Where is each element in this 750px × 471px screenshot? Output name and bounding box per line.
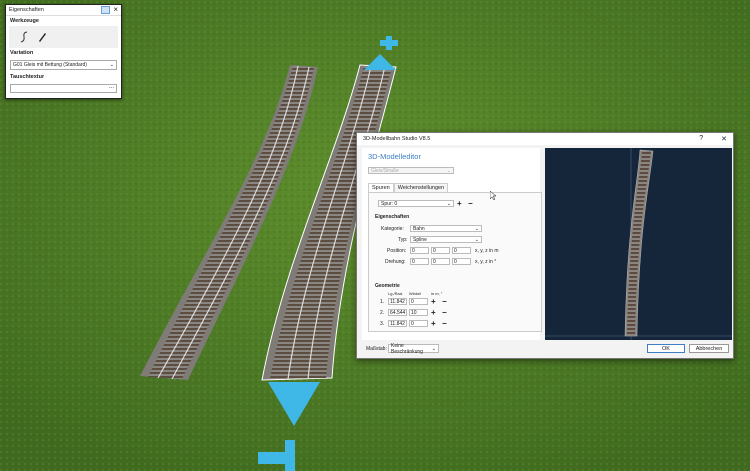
category-value: Bahn [413, 225, 425, 232]
texture-browse-button[interactable]: ... [109, 84, 114, 90]
undock-icon[interactable] [101, 6, 111, 14]
rotation-x-input[interactable]: 0 [410, 258, 429, 265]
texture-heading: Tauschtextur [10, 74, 45, 80]
column-length-header: Lg./Rad. [388, 291, 404, 296]
help-button[interactable]: ? [699, 135, 703, 143]
properties-panel: Eigenschaften × Werkzeuge Variation G01 … [5, 4, 122, 99]
variation-heading: Variation [10, 50, 34, 56]
tab-content: Spur: 0 ⌄ + − Eigenschaften Kategorie: B… [368, 192, 542, 332]
category-select[interactable]: Bahn ⌄ [410, 225, 482, 232]
chevron-down-icon: ⌄ [109, 62, 114, 68]
model-type-select: Gleis/Straße ⌄ [368, 167, 454, 174]
column-unit-header: in m, ° [431, 291, 443, 296]
dialog-close-button[interactable]: ✕ [721, 135, 727, 143]
variation-select[interactable]: G01 Gleis mit Bettung (Standard) ⌄ [10, 60, 117, 70]
tab-weichenstellungen[interactable]: Weichenstellungen [393, 183, 449, 192]
geometry-angle-input[interactable]: 10 [409, 309, 428, 316]
position-z-input[interactable]: 0 [452, 247, 471, 254]
ok-button[interactable]: OK [647, 344, 685, 353]
chevron-down-icon: ⌄ [446, 200, 451, 207]
track-select-value: Spur: 0 [381, 200, 398, 207]
rotation-unit: x, y, z in ° [475, 259, 497, 265]
position-y-input[interactable]: 0 [431, 247, 450, 254]
position-x-input[interactable]: 0 [410, 247, 429, 254]
chevron-down-icon: ⌄ [474, 236, 479, 243]
variation-value: G01 Gleis mit Bettung (Standard) [13, 62, 87, 68]
type-label: Typ: [398, 237, 408, 243]
add-segment-button[interactable]: + [431, 298, 436, 306]
tools-heading: Werkzeuge [10, 18, 39, 24]
add-segment-button[interactable]: + [431, 309, 436, 317]
scale-value: Keine Beschränkung [391, 342, 423, 355]
chevron-down-icon: ⌄ [431, 345, 436, 352]
geometry-row-index: 2. [380, 310, 385, 316]
properties-titlebar: Eigenschaften × [6, 5, 121, 16]
position-label: Position: [387, 248, 407, 254]
add-track-button[interactable]: + [457, 200, 462, 208]
model-preview[interactable] [545, 148, 732, 340]
dialog-title: 3D-Modellbahn Studio V8.5 [363, 136, 431, 142]
chevron-down-icon: ⌄ [446, 167, 451, 174]
remove-track-button[interactable]: − [468, 200, 473, 208]
scale-select[interactable]: Keine Beschränkung ⌄ [388, 342, 439, 355]
geometry-row-index: 1. [380, 299, 385, 305]
cancel-button[interactable]: Abbrechen [689, 344, 729, 353]
add-segment-button[interactable]: + [431, 320, 436, 328]
properties-title: Eigenschaften [9, 7, 44, 13]
geometry-length-input[interactable]: 11.842 [388, 298, 407, 305]
model-editor-dialog: 3D-Modellbahn Studio V8.5 ? ✕ 3D-Modelle… [356, 132, 734, 359]
track-select[interactable]: Spur: 0 ⌄ [378, 200, 454, 207]
type-select[interactable]: Spline ⌄ [410, 236, 482, 243]
close-icon[interactable]: × [113, 6, 118, 14]
remove-segment-button[interactable]: − [442, 320, 447, 328]
editor-tabs: Spuren Weichenstellungen [368, 183, 449, 192]
tools-bar [9, 26, 118, 48]
geometry-angle-input[interactable]: 0 [409, 298, 428, 305]
editor-heading: 3D-Modelleditor [368, 152, 421, 161]
chevron-down-icon: ⌄ [474, 225, 479, 232]
type-select-value: Spline [413, 236, 427, 243]
geometry-length-input[interactable]: 11.842 [388, 320, 407, 327]
rotation-label: Drehung: [385, 259, 406, 265]
dialog-footer: Maßstab: Keine Beschränkung ⌄ OK Abbrech… [357, 342, 733, 358]
remove-segment-button[interactable]: − [442, 298, 447, 306]
geometry-heading: Geometrie [375, 283, 400, 289]
column-angle-header: Winkel [409, 291, 422, 296]
spline-tool-icon[interactable] [19, 31, 29, 43]
position-unit: x, y, z in m [475, 248, 499, 254]
geometry-length-input[interactable]: 64.544 [388, 309, 407, 316]
rotation-y-input[interactable]: 0 [431, 258, 450, 265]
pencil-tool-icon[interactable] [37, 31, 47, 43]
dialog-titlebar: 3D-Modellbahn Studio V8.5 ? ✕ [357, 133, 733, 145]
category-label: Kategorie: [381, 226, 404, 232]
tab-spuren[interactable]: Spuren [368, 183, 394, 192]
scale-label: Maßstab: [366, 346, 387, 352]
mouse-cursor-icon [490, 191, 496, 200]
rotation-z-input[interactable]: 0 [452, 258, 471, 265]
remove-segment-button[interactable]: − [442, 309, 447, 317]
model-type-value: Gleis/Straße [371, 167, 399, 174]
texture-input[interactable]: ... [10, 84, 117, 93]
properties-heading: Eigenschaften [375, 214, 410, 220]
geometry-angle-input[interactable]: 0 [409, 320, 428, 327]
editor-pane: 3D-Modelleditor Gleis/Straße ⌄ Spuren We… [362, 148, 542, 340]
geometry-row-index: 3. [380, 321, 385, 327]
